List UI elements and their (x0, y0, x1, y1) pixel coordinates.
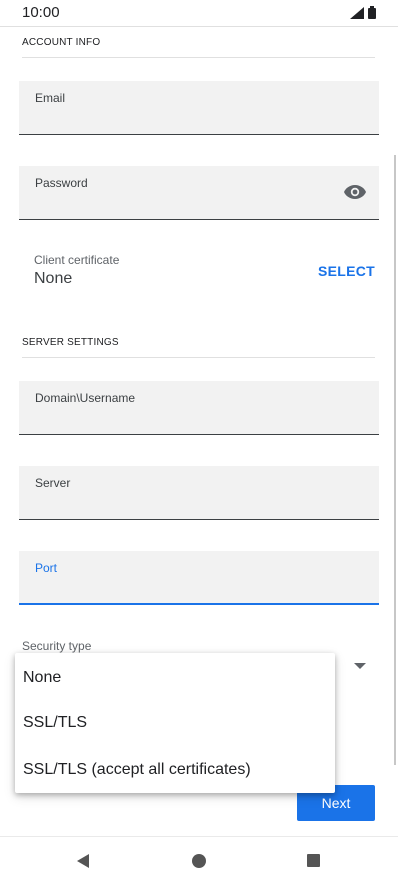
account-info-rule (22, 57, 375, 58)
security-option-none[interactable]: None (23, 669, 61, 687)
password-field-label: Password (35, 176, 88, 190)
security-type-label: Security type (22, 639, 92, 653)
status-icons (350, 6, 376, 19)
client-certificate-value: None (34, 270, 73, 287)
status-time: 10:00 (22, 4, 60, 21)
client-certificate-label: Client certificate (34, 253, 120, 267)
password-field[interactable]: Password (19, 166, 379, 220)
recents-icon[interactable] (307, 854, 320, 867)
select-certificate-button[interactable]: SELECT (318, 263, 375, 279)
email-field-label: Email (35, 91, 66, 105)
server-settings-heading: SERVER SETTINGS (22, 337, 119, 348)
home-icon[interactable] (192, 854, 206, 868)
security-option-ssl-tls-accept-all[interactable]: SSL/TLS (accept all certificates) (23, 761, 251, 779)
signal-icon (350, 6, 364, 19)
security-option-ssl-tls[interactable]: SSL/TLS (23, 714, 87, 732)
battery-icon (368, 6, 376, 19)
eye-icon[interactable] (343, 184, 367, 200)
top-divider (0, 26, 398, 27)
scrollbar[interactable] (394, 155, 396, 765)
domain-username-field[interactable]: Domain\Username (19, 381, 379, 435)
server-field[interactable]: Server (19, 466, 379, 520)
security-type-menu: None SSL/TLS SSL/TLS (accept all certifi… (15, 653, 335, 793)
chevron-down-icon[interactable] (354, 663, 366, 669)
status-bar: 10:00 (0, 0, 398, 26)
server-field-label: Server (35, 476, 71, 490)
back-icon[interactable] (77, 854, 89, 868)
port-field-label: Port (35, 561, 58, 575)
server-settings-rule (22, 357, 375, 358)
system-nav-bar (0, 836, 398, 885)
domain-username-label: Domain\Username (35, 391, 136, 405)
port-field[interactable]: Port (19, 551, 379, 605)
account-info-heading: ACCOUNT INFO (22, 37, 101, 48)
email-field[interactable]: Email (19, 81, 379, 135)
